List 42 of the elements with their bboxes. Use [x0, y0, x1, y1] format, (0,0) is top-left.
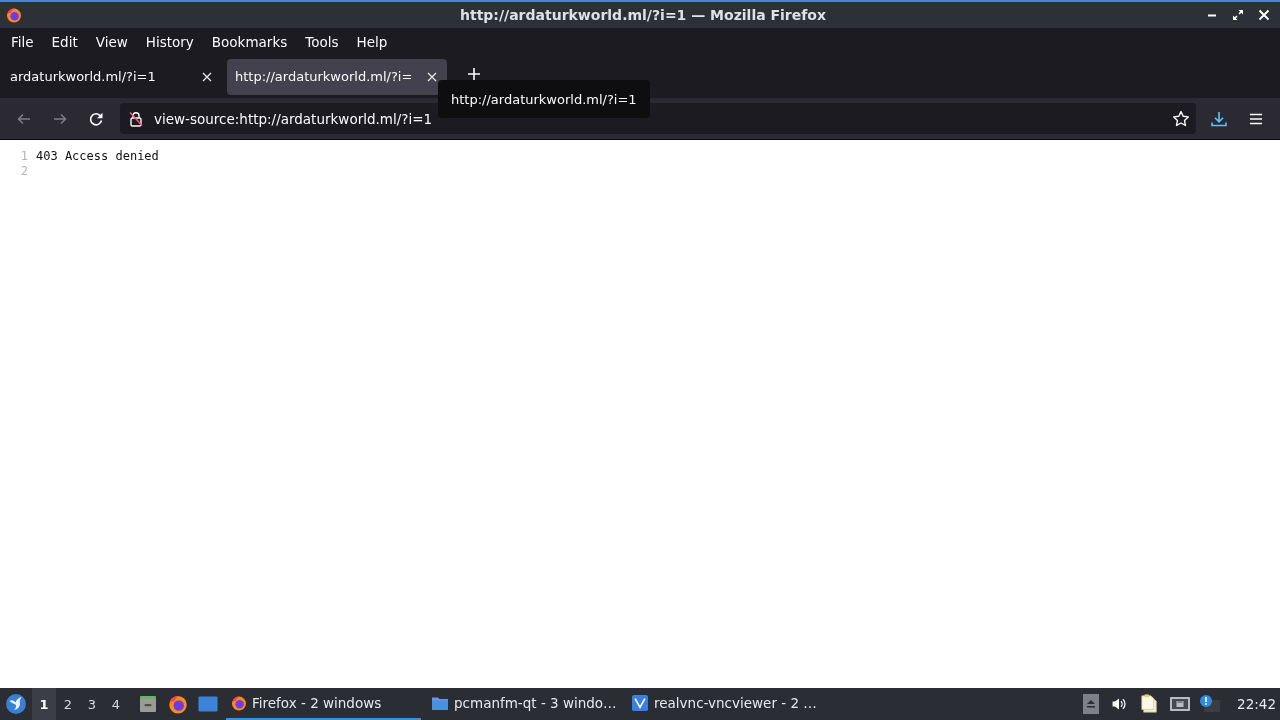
- workspace-button[interactable]: 4: [104, 688, 128, 720]
- network-icon[interactable]: [1169, 694, 1192, 714]
- clock-text[interactable]: 22:42: [1237, 696, 1276, 712]
- menu-item[interactable]: Tools: [296, 30, 348, 53]
- browser-tab[interactable]: http://ardaturkworld.ml/?i=: [227, 58, 447, 95]
- close-icon[interactable]: [427, 71, 437, 82]
- tooltip: http://ardaturkworld.ml/?i=1: [438, 80, 650, 118]
- folder-icon: [431, 695, 449, 711]
- close-icon[interactable]: [202, 71, 212, 82]
- workspace-button[interactable]: 1: [32, 688, 56, 720]
- reload-icon[interactable]: [88, 110, 104, 127]
- task-button[interactable]: pcmanfm-qt - 3 windo…: [426, 688, 621, 720]
- menu-item[interactable]: History: [136, 30, 203, 53]
- bird-logo-icon[interactable]: [5, 693, 27, 715]
- line-number: 1: [19, 148, 29, 163]
- window-icon[interactable]: [198, 694, 218, 714]
- workspace-button[interactable]: 3: [80, 688, 104, 720]
- file-cabinet-icon[interactable]: [138, 694, 158, 714]
- crossed-lock-icon[interactable]: [128, 110, 144, 127]
- menu-item[interactable]: Edit: [42, 30, 87, 53]
- menu-item[interactable]: Help: [347, 30, 397, 53]
- eject-icon[interactable]: [1083, 694, 1100, 714]
- star-icon[interactable]: [1172, 109, 1190, 128]
- menu-item[interactable]: View: [86, 30, 137, 53]
- notification-icon[interactable]: [1199, 694, 1222, 714]
- source-line: 403 Access denied: [36, 148, 159, 163]
- task-button[interactable]: realvnc-vncviewer - 2 …: [626, 688, 821, 720]
- address-text: view-source:http://ardaturkworld.ml/?i=1: [154, 110, 434, 127]
- plus-icon[interactable]: [467, 67, 481, 81]
- line-number: 2: [19, 163, 29, 178]
- firefox-logo-icon[interactable]: [168, 694, 188, 714]
- maximize-icon[interactable]: [1232, 9, 1244, 21]
- window-title: http://ardaturkworld.ml/?i=1 — Mozilla Firefox: [459, 7, 826, 23]
- menu-item[interactable]: File: [2, 30, 43, 53]
- firefox-logo-icon: [6, 7, 22, 23]
- task-button[interactable]: Firefox - 2 windows: [226, 688, 421, 720]
- menu-item[interactable]: Bookmarks: [202, 30, 297, 53]
- vnc-logo-icon: [631, 695, 649, 711]
- browser-tab[interactable]: ardaturkworld.ml/?i=1: [0, 58, 222, 95]
- workspace-button[interactable]: 2: [56, 688, 80, 720]
- firefox-logo-icon: [231, 695, 247, 711]
- download-icon[interactable]: [1210, 109, 1228, 128]
